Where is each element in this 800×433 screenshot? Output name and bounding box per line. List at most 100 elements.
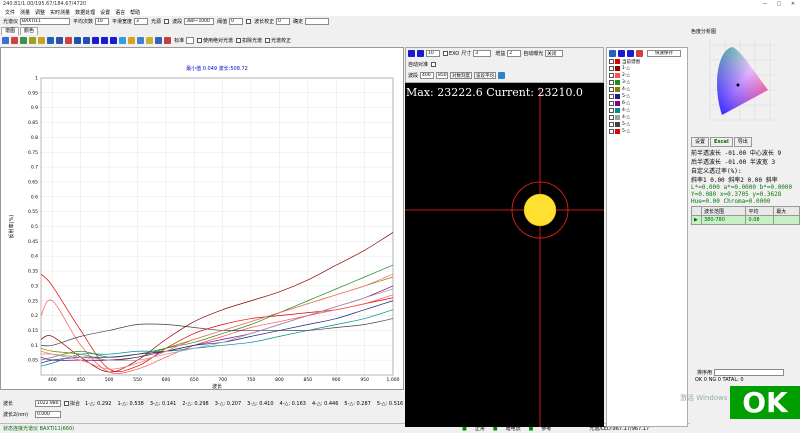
gain-input[interactable]: 2	[507, 50, 522, 57]
legend-item[interactable]: 4-△	[607, 114, 687, 121]
legend-item[interactable]: 1-△	[607, 65, 687, 72]
legend-checkbox[interactable]	[609, 101, 614, 106]
star-icon[interactable]	[128, 37, 135, 44]
color-dots-icon[interactable]	[137, 37, 144, 44]
tab-right-excel[interactable]: Excel	[710, 137, 733, 147]
wave-from-input[interactable]: 400	[420, 72, 435, 79]
pause-icon[interactable]	[101, 37, 108, 44]
mark-icon[interactable]	[47, 37, 54, 44]
tab-spectrum[interactable]: 谱图	[1, 27, 20, 35]
menu-help[interactable]: 帮助	[130, 9, 140, 16]
legend-item[interactable]: 当前谱图	[607, 58, 687, 65]
sort-input[interactable]	[714, 369, 785, 376]
legend-checkbox[interactable]	[609, 73, 614, 78]
spectrum-chart[interactable]: 0.05 0.1 0.15 0.2 0.25 0.3 0.35 0.4 0.45 0.5 0.55 0…	[1, 48, 403, 390]
minimize-button[interactable]: —	[758, 1, 772, 7]
legend-checkbox[interactable]	[609, 129, 614, 134]
cloud-icon[interactable]	[119, 37, 126, 44]
abs-spectrum-label: 使用绝对光谱	[203, 38, 234, 44]
legend-checkbox[interactable]	[609, 59, 614, 64]
legend-item[interactable]: 6-△	[607, 100, 687, 107]
legend-checkbox[interactable]	[609, 87, 614, 92]
export-icon[interactable]	[164, 37, 171, 44]
pointer-icon[interactable]	[2, 37, 9, 44]
stop-icon[interactable]	[110, 37, 117, 44]
legend-checkbox[interactable]	[609, 115, 614, 120]
spectrum-chart-panel[interactable]: 0.05 0.1 0.15 0.2 0.25 0.3 0.35 0.4 0.45 0.5 0.55 0…	[0, 47, 404, 390]
wl-corr-checkbox[interactable]	[246, 19, 252, 24]
tab-right-settings[interactable]: 设置	[691, 137, 710, 147]
spectrometer-select[interactable]: BAXTI11	[20, 18, 71, 25]
legend-item[interactable]: 5-△	[607, 121, 687, 128]
close-button[interactable]: ✕	[786, 1, 800, 7]
play-icon[interactable]	[92, 37, 99, 44]
legend-gear-icon[interactable]	[609, 49, 616, 57]
menu-measure[interactable]: 测量	[20, 9, 30, 16]
fit-checkbox[interactable]	[164, 19, 170, 24]
legend-checkbox[interactable]	[609, 80, 614, 85]
legend-checkbox[interactable]	[609, 122, 614, 127]
legend-checkbox[interactable]	[609, 108, 614, 113]
wave-to-input[interactable]: 850	[436, 72, 449, 79]
abs-spectrum-checkbox[interactable]	[197, 38, 203, 43]
legend-item[interactable]: 5-△	[607, 93, 687, 100]
menu-adjust[interactable]: 调整	[35, 9, 45, 16]
bulb-icon[interactable]	[38, 37, 45, 44]
calib-checkbox[interactable]	[265, 38, 271, 43]
legend-item[interactable]: 4-△	[607, 86, 687, 93]
standard-select[interactable]	[186, 37, 195, 44]
wl2-input[interactable]: 0.000	[35, 411, 61, 418]
legend-item[interactable]: 2-△	[607, 72, 687, 79]
auto-align-checkbox[interactable]	[431, 62, 437, 67]
t-icon[interactable]	[83, 37, 90, 44]
threshold-input[interactable]: 0	[229, 18, 244, 25]
camera-view[interactable]	[405, 47, 604, 427]
band-input[interactable]: 380~1000	[184, 18, 215, 25]
menu-data[interactable]: 数据处理	[75, 9, 95, 16]
menu-settings[interactable]: 设置	[100, 9, 110, 16]
smooth-input[interactable]: 3	[134, 18, 149, 25]
quick-save-button[interactable]: 快速保存	[647, 49, 681, 57]
confirm-select[interactable]	[305, 18, 330, 25]
menu-file[interactable]: 文件	[5, 9, 15, 16]
menu-realtime[interactable]: 实时测量	[50, 9, 70, 16]
table-row[interactable]: ▶ 380-780 0.08	[691, 215, 800, 225]
s-icon[interactable]	[56, 37, 63, 44]
legend-delete-icon[interactable]	[636, 49, 643, 57]
auto-exp-select[interactable]: 关闭	[545, 50, 564, 57]
readout-10: 5-△: 0.516	[376, 400, 404, 407]
save-icon[interactable]	[155, 37, 162, 44]
exo-checkbox[interactable]	[443, 51, 448, 56]
color-icon[interactable]	[29, 37, 36, 44]
tab-right-export[interactable]: 导出	[733, 137, 752, 147]
maximize-button[interactable]: □	[772, 1, 786, 7]
size-input[interactable]: 3	[473, 50, 492, 57]
sort-icon[interactable]	[65, 37, 72, 44]
tab-color[interactable]: 颜色	[20, 27, 39, 35]
menu-language[interactable]: 语言	[115, 9, 125, 16]
cam-play-icon[interactable]	[408, 50, 415, 57]
avg-input[interactable]: 10	[95, 18, 110, 25]
refresh-icon[interactable]	[498, 72, 506, 79]
folder-icon[interactable]	[146, 37, 153, 44]
r-icon[interactable]	[74, 37, 81, 44]
wavelength-input[interactable]: 1022.980	[35, 400, 61, 407]
legend-item[interactable]: 5-△	[607, 128, 687, 135]
avg-mode-select[interactable]: 波段平均	[474, 72, 497, 79]
legend-item[interactable]: 3-△	[607, 79, 687, 86]
legend-checkbox[interactable]	[609, 94, 614, 99]
legend-stop-icon[interactable]	[627, 49, 634, 57]
grid-icon[interactable]	[11, 37, 18, 44]
fit-checkbox-bottom[interactable]	[64, 401, 69, 406]
legend-checkbox[interactable]	[609, 66, 614, 71]
legend-item[interactable]: 4-△	[607, 107, 687, 114]
subtract-checkbox[interactable]	[236, 38, 242, 43]
wl-corr-input[interactable]: 0	[276, 18, 291, 25]
zoom-icon[interactable]	[20, 37, 27, 44]
legend-play-icon[interactable]	[618, 49, 625, 57]
cam-stop-icon[interactable]	[417, 50, 424, 57]
scale-select[interactable]: 对数刻度	[450, 72, 473, 79]
exposure-input[interactable]: 10	[426, 50, 440, 57]
cie-point	[736, 83, 740, 87]
readout-custom-t: 自定义透过率(%):	[691, 168, 742, 175]
